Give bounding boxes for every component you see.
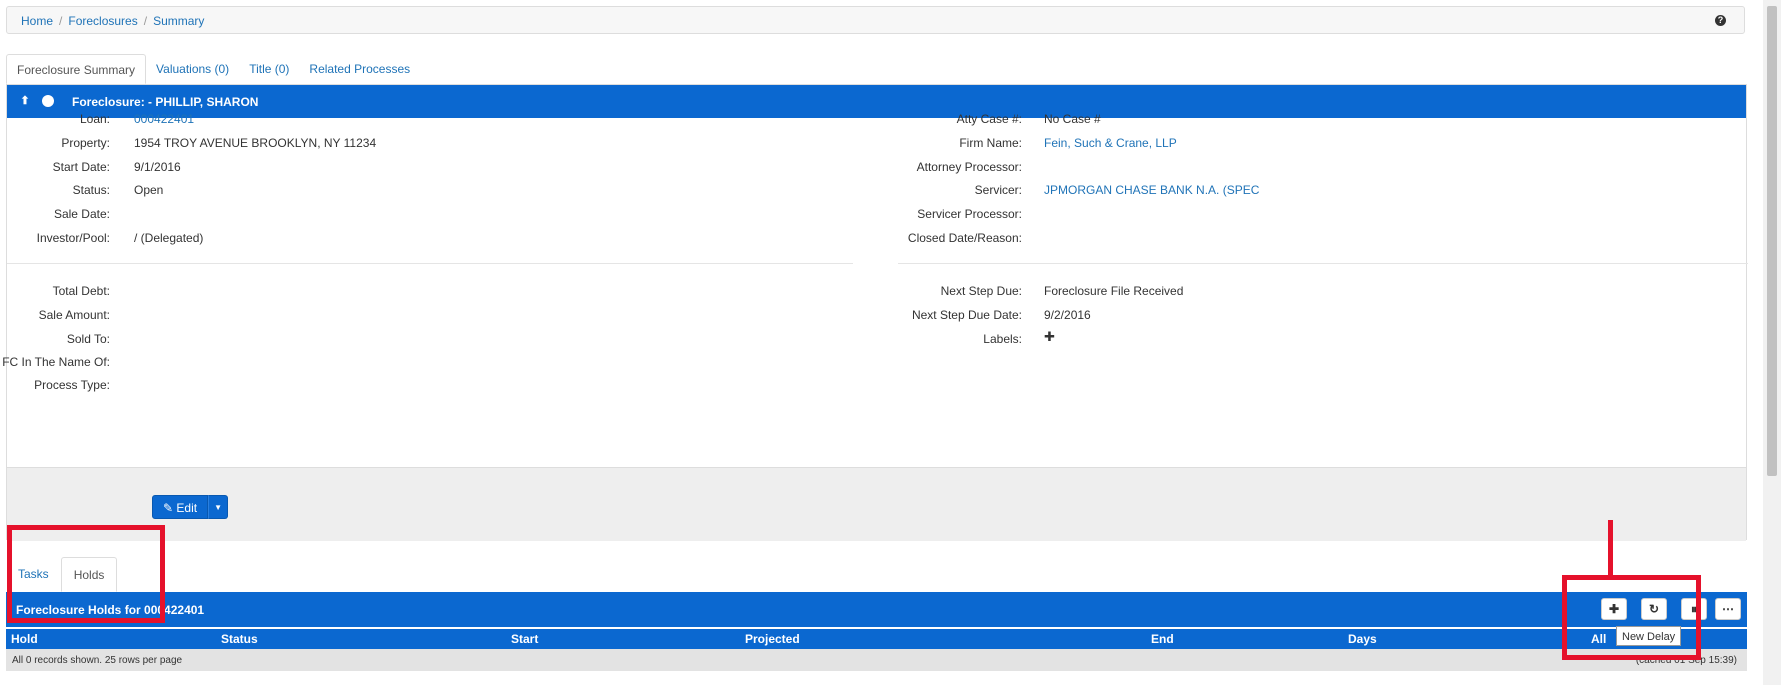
next-step-due-date-label: Next Step Due Date: bbox=[911, 308, 1022, 322]
status-value: Open bbox=[134, 183, 164, 197]
section-divider bbox=[898, 263, 1748, 264]
start-date-value: 9/1/2016 bbox=[134, 160, 181, 174]
breadcrumb-home[interactable]: Home bbox=[21, 14, 53, 28]
firm-name-link[interactable]: Fein, Such & Crane, LLP bbox=[1044, 135, 1177, 151]
col-status[interactable]: Status bbox=[221, 632, 258, 646]
annotation-line bbox=[1608, 520, 1613, 578]
scroll-thumb[interactable] bbox=[1767, 6, 1777, 476]
panel-footer: ✎ Edit ▼ bbox=[7, 467, 1746, 541]
next-step-due-label: Next Step Due: bbox=[940, 284, 1022, 298]
tab-related-processes[interactable]: Related Processes bbox=[299, 54, 420, 84]
firm-name-label: Firm Name: bbox=[959, 136, 1022, 150]
foreclosure-summary-panel: ⬆ − Foreclosure: - PHILLIP, SHARON Loan:… bbox=[2, 84, 1748, 541]
main-tabs: Foreclosure Summary Valuations (0) Title… bbox=[6, 54, 420, 84]
collapse-icon[interactable]: − bbox=[42, 95, 54, 107]
total-debt-label: Total Debt: bbox=[52, 284, 110, 298]
breadcrumb-bar: Home / Foreclosures / Summary ? bbox=[6, 6, 1745, 34]
atty-case-value: No Case # bbox=[1044, 112, 1101, 126]
breadcrumb-separator: / bbox=[59, 14, 63, 28]
fc-in-name-of-label: FC In The Name Of: bbox=[2, 355, 110, 369]
breadcrumb: Home / Foreclosures / Summary bbox=[21, 14, 204, 28]
servicer-label: Servicer: bbox=[974, 183, 1022, 197]
edit-button-group: ✎ Edit ▼ bbox=[152, 495, 229, 519]
servicer-processor-label: Servicer Processor: bbox=[917, 207, 1022, 221]
panel-title: Foreclosure: - PHILLIP, SHARON bbox=[72, 95, 259, 109]
arrow-up-icon[interactable]: ⬆ bbox=[19, 95, 31, 107]
holds-footer: All 0 records shown. 25 rows per page (c… bbox=[6, 649, 1747, 671]
loan-link[interactable]: 000422401 bbox=[134, 111, 194, 127]
col-end[interactable]: End bbox=[1151, 632, 1174, 646]
holds-column-header: Hold Status Start Projected End Days All bbox=[6, 629, 1747, 649]
investor-pool-label: Investor/Pool: bbox=[36, 231, 110, 245]
start-date-label: Start Date: bbox=[52, 160, 110, 174]
next-step-due-date-value: 9/2/2016 bbox=[1044, 308, 1091, 322]
edit-dropdown-toggle[interactable]: ▼ bbox=[208, 495, 229, 519]
edit-icon: ✎ bbox=[163, 501, 174, 515]
help-icon[interactable]: ? bbox=[1715, 15, 1726, 26]
holds-header: Foreclosure Holds for 000422401 ✚ ↻ ⏸ ⋯ bbox=[6, 592, 1747, 627]
loan-label: Loan: bbox=[79, 112, 110, 126]
process-type-label: Process Type: bbox=[34, 378, 110, 392]
status-label: Status: bbox=[72, 183, 110, 197]
annotation-box-toolbar bbox=[1562, 575, 1701, 660]
sale-amount-label: Sale Amount: bbox=[38, 308, 110, 322]
edit-button[interactable]: ✎ Edit bbox=[152, 495, 209, 519]
col-projected[interactable]: Projected bbox=[745, 632, 800, 646]
next-step-due-value: Foreclosure File Received bbox=[1044, 284, 1184, 298]
property-value: 1954 TROY AVENUE BROOKLYN, NY 11234 bbox=[134, 136, 377, 150]
more-icon: ⋯ bbox=[1722, 602, 1734, 616]
col-hold[interactable]: Hold bbox=[11, 632, 38, 646]
page-scrollbar[interactable] bbox=[1763, 0, 1781, 685]
sale-date-label: Sale Date: bbox=[53, 207, 110, 221]
breadcrumb-summary[interactable]: Summary bbox=[153, 14, 204, 28]
col-days[interactable]: Days bbox=[1348, 632, 1377, 646]
sold-to-label: Sold To: bbox=[66, 332, 110, 346]
breadcrumb-separator: / bbox=[143, 14, 148, 28]
labels-label: Labels: bbox=[983, 332, 1022, 346]
more-button[interactable]: ⋯ bbox=[1715, 598, 1741, 620]
investor-pool-value: / (Delegated) bbox=[134, 231, 204, 245]
annotation-box-tabs bbox=[7, 525, 165, 623]
tab-valuations[interactable]: Valuations (0) bbox=[146, 54, 239, 84]
edit-label: Edit bbox=[176, 501, 198, 515]
servicer-link[interactable]: JPMORGAN CHASE BANK N.A. (SPEC bbox=[1044, 182, 1259, 198]
atty-case-label: Atty Case #: bbox=[956, 112, 1022, 126]
property-label: Property: bbox=[61, 136, 110, 150]
tab-foreclosure-summary[interactable]: Foreclosure Summary bbox=[6, 54, 147, 84]
breadcrumb-foreclosures[interactable]: Foreclosures bbox=[68, 14, 137, 28]
add-label-icon[interactable]: ✚ bbox=[1044, 329, 1055, 345]
section-divider bbox=[7, 263, 853, 264]
col-start[interactable]: Start bbox=[511, 632, 538, 646]
closed-date-reason-label: Closed Date/Reason: bbox=[907, 231, 1022, 245]
attorney-processor-label: Attorney Processor: bbox=[916, 160, 1022, 174]
tab-title[interactable]: Title (0) bbox=[239, 54, 299, 84]
records-summary: All 0 records shown. 25 rows per page bbox=[12, 655, 183, 666]
